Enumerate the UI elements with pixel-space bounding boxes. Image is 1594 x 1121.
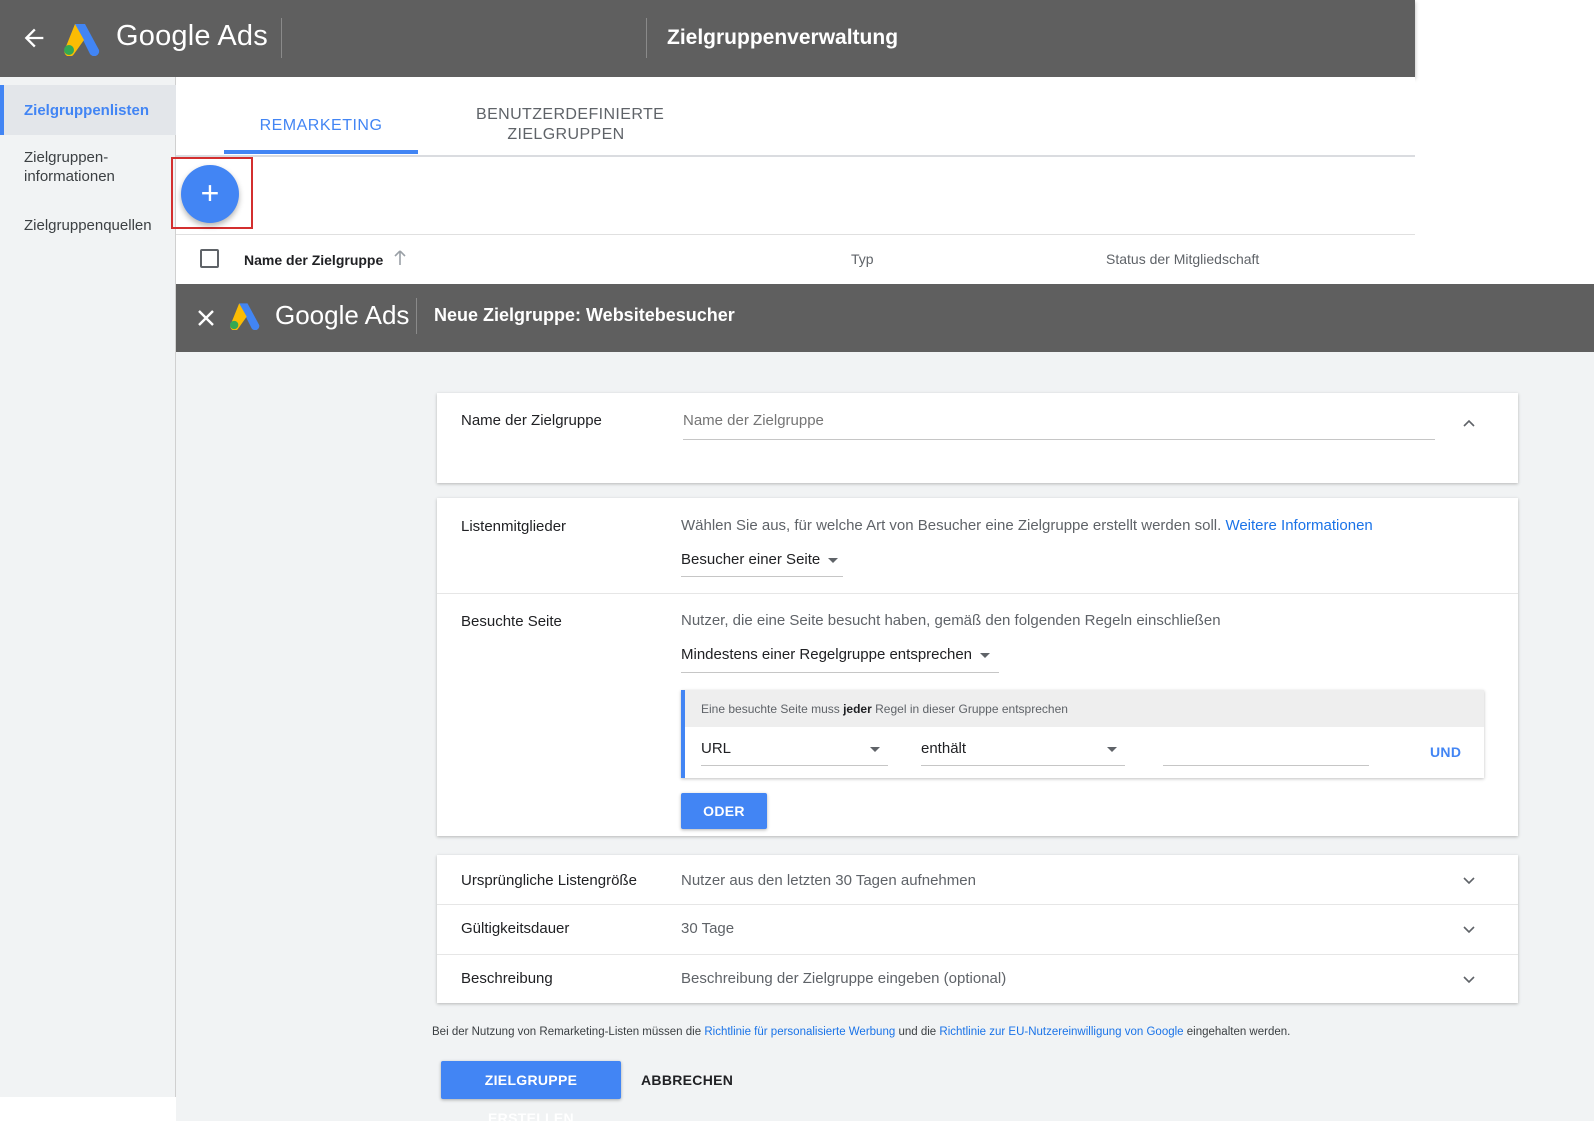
select-underline: [681, 672, 999, 673]
select-all-checkbox[interactable]: [200, 249, 219, 268]
tab-remarketing[interactable]: REMARKETING: [224, 117, 418, 135]
select-value: URL: [701, 740, 732, 757]
rule-group-header: Eine besuchte Seite muss jeder Regel in …: [685, 690, 1484, 727]
description-row[interactable]: Beschreibung Beschreibung der Zielgruppe…: [437, 955, 1518, 1003]
table-header: Name der Zielgruppe Typ Status der Mitgl…: [176, 234, 1415, 284]
audience-name-card: Name der Zielgruppe: [437, 393, 1518, 483]
hint-bold: jeder: [843, 702, 872, 716]
google-ads-logo-icon: [64, 24, 100, 56]
sidebar-item-label: Zielgruppen-: [24, 149, 109, 166]
select-value: enthält: [921, 740, 967, 757]
divider: [416, 298, 417, 334]
divider: [646, 18, 647, 58]
panel-title: Neue Zielgruppe: Websitebesucher: [434, 305, 735, 325]
rule-value-input[interactable]: [1163, 736, 1369, 764]
more-info-link[interactable]: Weitere Informationen: [1225, 517, 1372, 534]
input-underline: [1163, 765, 1369, 766]
cancel-button[interactable]: ABBRECHEN: [641, 1072, 733, 1088]
sidebar-item-label: informationen: [24, 168, 115, 185]
audience-name-input[interactable]: [683, 403, 1435, 437]
active-tab-indicator: [224, 150, 418, 154]
note-text: eingehalten werden.: [1186, 1026, 1291, 1038]
list-size-value: Nutzer aus den letzten 30 Tagen aufnehme…: [681, 872, 976, 889]
description-value: Beschreibung der Zielgruppe eingeben (op…: [681, 970, 1007, 987]
settings-card: Ursprüngliche Listengröße Nutzer aus den…: [437, 855, 1518, 1003]
tab-bar: REMARKETING BENUTZERDEFINIERTE ZIELGRUPP…: [176, 77, 1415, 157]
policy-note: Bei der Nutzung von Remarketing-Listen m…: [432, 1026, 1290, 1038]
tab-custom-audiences[interactable]: BENUTZERDEFINIERTE ZIELGRUPPEN: [476, 105, 665, 145]
field-label: Listenmitglieder: [461, 518, 567, 535]
members-select[interactable]: Besucher einer Seite: [681, 551, 839, 568]
brand-name: Google Ads: [116, 20, 268, 52]
chevron-up-icon[interactable]: [1461, 415, 1477, 431]
duration-row[interactable]: Gültigkeitsdauer 30 Tage: [437, 905, 1518, 954]
panel-app-bar: Google Ads Neue Zielgruppe: Websitebesuc…: [176, 284, 1594, 352]
note-text: und die: [898, 1026, 937, 1038]
rule-group-select[interactable]: Mindestens einer Regelgruppe entsprechen: [681, 646, 991, 663]
duration-value: 30 Tage: [681, 920, 735, 937]
new-audience-panel: Google Ads Neue Zielgruppe: Websitebesuc…: [176, 284, 1594, 1121]
page-title: Zielgruppenverwaltung: [667, 26, 899, 49]
list-size-row[interactable]: Ursprüngliche Listengröße Nutzer aus den…: [437, 855, 1518, 904]
visited-description: Nutzer, die eine Seite besucht haben, ge…: [681, 612, 1221, 629]
input-underline: [683, 439, 1435, 440]
google-ads-logo-icon: [230, 303, 260, 330]
and-button[interactable]: UND: [1430, 744, 1461, 760]
sidebar-item-label[interactable]: Zielgruppenlisten: [24, 101, 149, 120]
field-label: Gültigkeitsdauer: [461, 920, 570, 937]
column-header-name[interactable]: Name der Zielgruppe: [244, 252, 383, 268]
sidebar-item-audience-sources[interactable]: Zielgruppenquellen: [24, 216, 152, 235]
add-audience-button[interactable]: +: [181, 165, 239, 223]
field-label: Name der Zielgruppe: [461, 412, 602, 429]
or-button[interactable]: ODER: [681, 793, 767, 829]
chevron-down-icon[interactable]: [1461, 971, 1477, 987]
sidebar: Zielgruppenlisten Zielgruppen- informati…: [0, 77, 176, 1097]
select-value: Mindestens einer Regelgruppe entsprechen: [681, 646, 973, 663]
hint-text: Eine besuchte Seite muss: [701, 702, 840, 716]
select-underline: [701, 765, 888, 766]
column-header-type[interactable]: Typ: [851, 251, 874, 267]
tab-label: ZIELGRUPPEN: [507, 126, 625, 143]
select-value: Besucher einer Seite: [681, 551, 821, 568]
field-label: Besuchte Seite: [461, 613, 562, 630]
dropdown-arrow-icon: [980, 652, 991, 658]
divider: [437, 593, 1518, 594]
divider: [281, 18, 282, 58]
create-audience-button[interactable]: ZIELGRUPPE ERSTELLEN: [441, 1061, 621, 1121]
column-header-status[interactable]: Status der Mitgliedschaft: [1106, 251, 1259, 267]
dropdown-arrow-icon: [828, 557, 839, 563]
field-label: Ursprüngliche Listengröße: [461, 872, 637, 889]
rule-operator-select[interactable]: enthält: [921, 740, 1125, 757]
personalized-ads-policy-link[interactable]: Richtlinie für personalisierte Werbung: [704, 1026, 895, 1038]
note-text: Bei der Nutzung von Remarketing-Listen m…: [432, 1026, 702, 1038]
dropdown-arrow-icon: [870, 747, 880, 752]
close-icon[interactable]: [194, 306, 218, 330]
dropdown-arrow-icon: [1107, 747, 1117, 752]
eu-consent-policy-link[interactable]: Richtlinie zur EU-Nutzereinwilligung von…: [939, 1026, 1183, 1038]
sidebar-item-audience-insights[interactable]: Zielgruppen- informationen: [24, 148, 115, 186]
rule-group: Eine besuchte Seite muss jeder Regel in …: [681, 690, 1484, 778]
sort-arrow-up-icon[interactable]: [392, 249, 408, 267]
rule-group-hint: Eine besuchte Seite muss jeder Regel in …: [701, 702, 1068, 716]
select-underline: [681, 576, 843, 577]
back-arrow-icon[interactable]: [20, 24, 48, 52]
rule-field-select[interactable]: URL: [701, 740, 888, 757]
description-text: Wählen Sie aus, für welche Art von Besuc…: [681, 517, 1222, 534]
chevron-down-icon[interactable]: [1461, 872, 1477, 888]
tab-label: BENUTZERDEFINIERTE: [476, 106, 665, 123]
field-label: Beschreibung: [461, 970, 553, 987]
top-app-bar: Google Ads Zielgruppenverwaltung: [0, 0, 1415, 77]
members-description: Wählen Sie aus, für welche Art von Besuc…: [681, 517, 1373, 534]
brand-name: Google Ads: [275, 300, 410, 330]
select-underline: [921, 765, 1125, 766]
chevron-down-icon[interactable]: [1461, 921, 1477, 937]
rules-card: Listenmitglieder Wählen Sie aus, für wel…: [437, 498, 1518, 836]
hint-text: Regel in dieser Gruppe entsprechen: [875, 702, 1068, 716]
